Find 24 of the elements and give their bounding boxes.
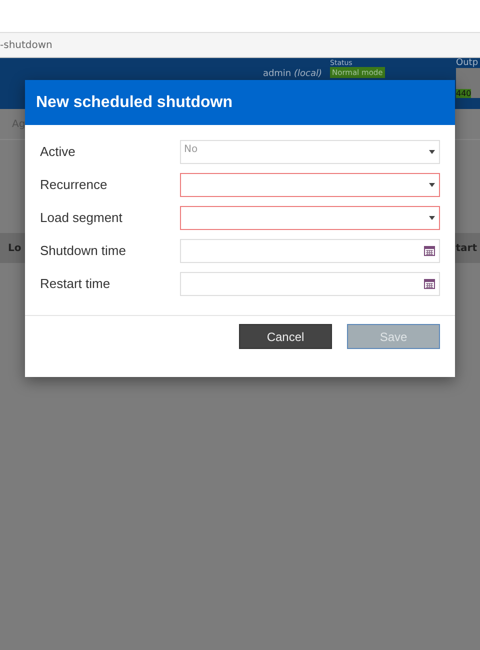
calendar-icon[interactable] — [424, 245, 435, 256]
column-header: tart — [456, 242, 477, 254]
field-label: Recurrence — [40, 177, 108, 192]
calendar-icon[interactable] — [424, 278, 435, 289]
address-text: -shutdown — [0, 40, 52, 50]
date-field[interactable] — [180, 238, 440, 262]
dialog-title: New scheduled shutdown — [36, 94, 232, 112]
date-field[interactable] — [180, 272, 440, 296]
select-field[interactable] — [180, 172, 440, 196]
caret-icon — [429, 150, 435, 154]
address-bar[interactable]: -shutdown — [0, 33, 480, 58]
cancel-button[interactable]: Cancel — [239, 324, 332, 349]
output-value: 440 — [456, 89, 472, 98]
caret-icon — [429, 182, 435, 186]
select-field[interactable]: No — [180, 140, 440, 164]
user-label: admin (local) — [262, 69, 322, 79]
field-label: Active — [40, 144, 76, 159]
select-field[interactable] — [180, 206, 440, 230]
caret-icon — [429, 216, 435, 220]
field-label: Restart time — [40, 276, 112, 291]
field-label: Load segment — [40, 210, 124, 225]
field-label: Shutdown time — [40, 243, 127, 258]
output-label: Outp — [456, 58, 480, 68]
column-header: Lo — [8, 242, 22, 254]
